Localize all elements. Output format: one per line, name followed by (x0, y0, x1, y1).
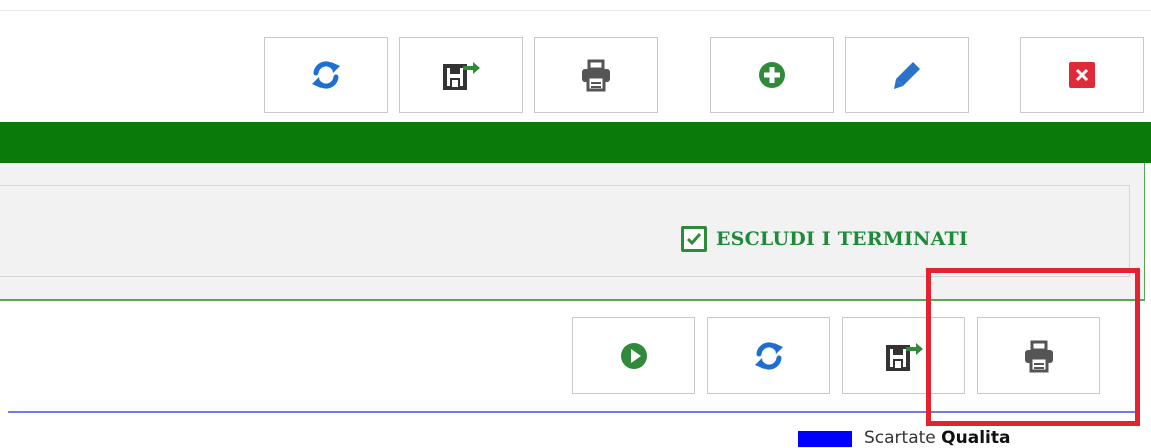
checkmark-icon (686, 233, 702, 246)
export-icon (884, 339, 924, 373)
add-button[interactable] (710, 37, 834, 113)
start-button[interactable] (572, 317, 695, 394)
filter-inner-panel: ESCLUDI I TERMINATI (0, 185, 1130, 277)
refresh-button[interactable] (264, 37, 388, 113)
refresh-button-lower[interactable] (707, 317, 830, 394)
divider (0, 10, 1151, 11)
legend-label-bold: Qualita (941, 428, 1011, 448)
export-button[interactable] (399, 37, 523, 113)
export-icon (441, 58, 481, 92)
edit-button[interactable] (845, 37, 969, 113)
printer-icon (579, 58, 613, 92)
highlight-box (926, 268, 1140, 426)
legend-label-prefix: Scartate (864, 428, 936, 448)
exclude-terminated-label[interactable]: ESCLUDI I TERMINATI (716, 228, 968, 250)
header-bar (0, 122, 1151, 163)
plus-circle-icon (757, 60, 787, 90)
legend-label: Scartate Qualita (864, 428, 1010, 448)
top-toolbar (0, 0, 1151, 122)
close-button[interactable] (1020, 37, 1144, 113)
print-button[interactable] (534, 37, 658, 113)
pencil-icon (891, 59, 923, 91)
exclude-terminated-filter[interactable]: ESCLUDI I TERMINATI (681, 226, 968, 252)
refresh-icon (752, 339, 786, 373)
refresh-icon (309, 58, 343, 92)
close-icon (1069, 62, 1095, 88)
legend-swatch (798, 431, 852, 447)
exclude-terminated-checkbox[interactable] (681, 226, 707, 252)
play-circle-icon (619, 341, 649, 371)
